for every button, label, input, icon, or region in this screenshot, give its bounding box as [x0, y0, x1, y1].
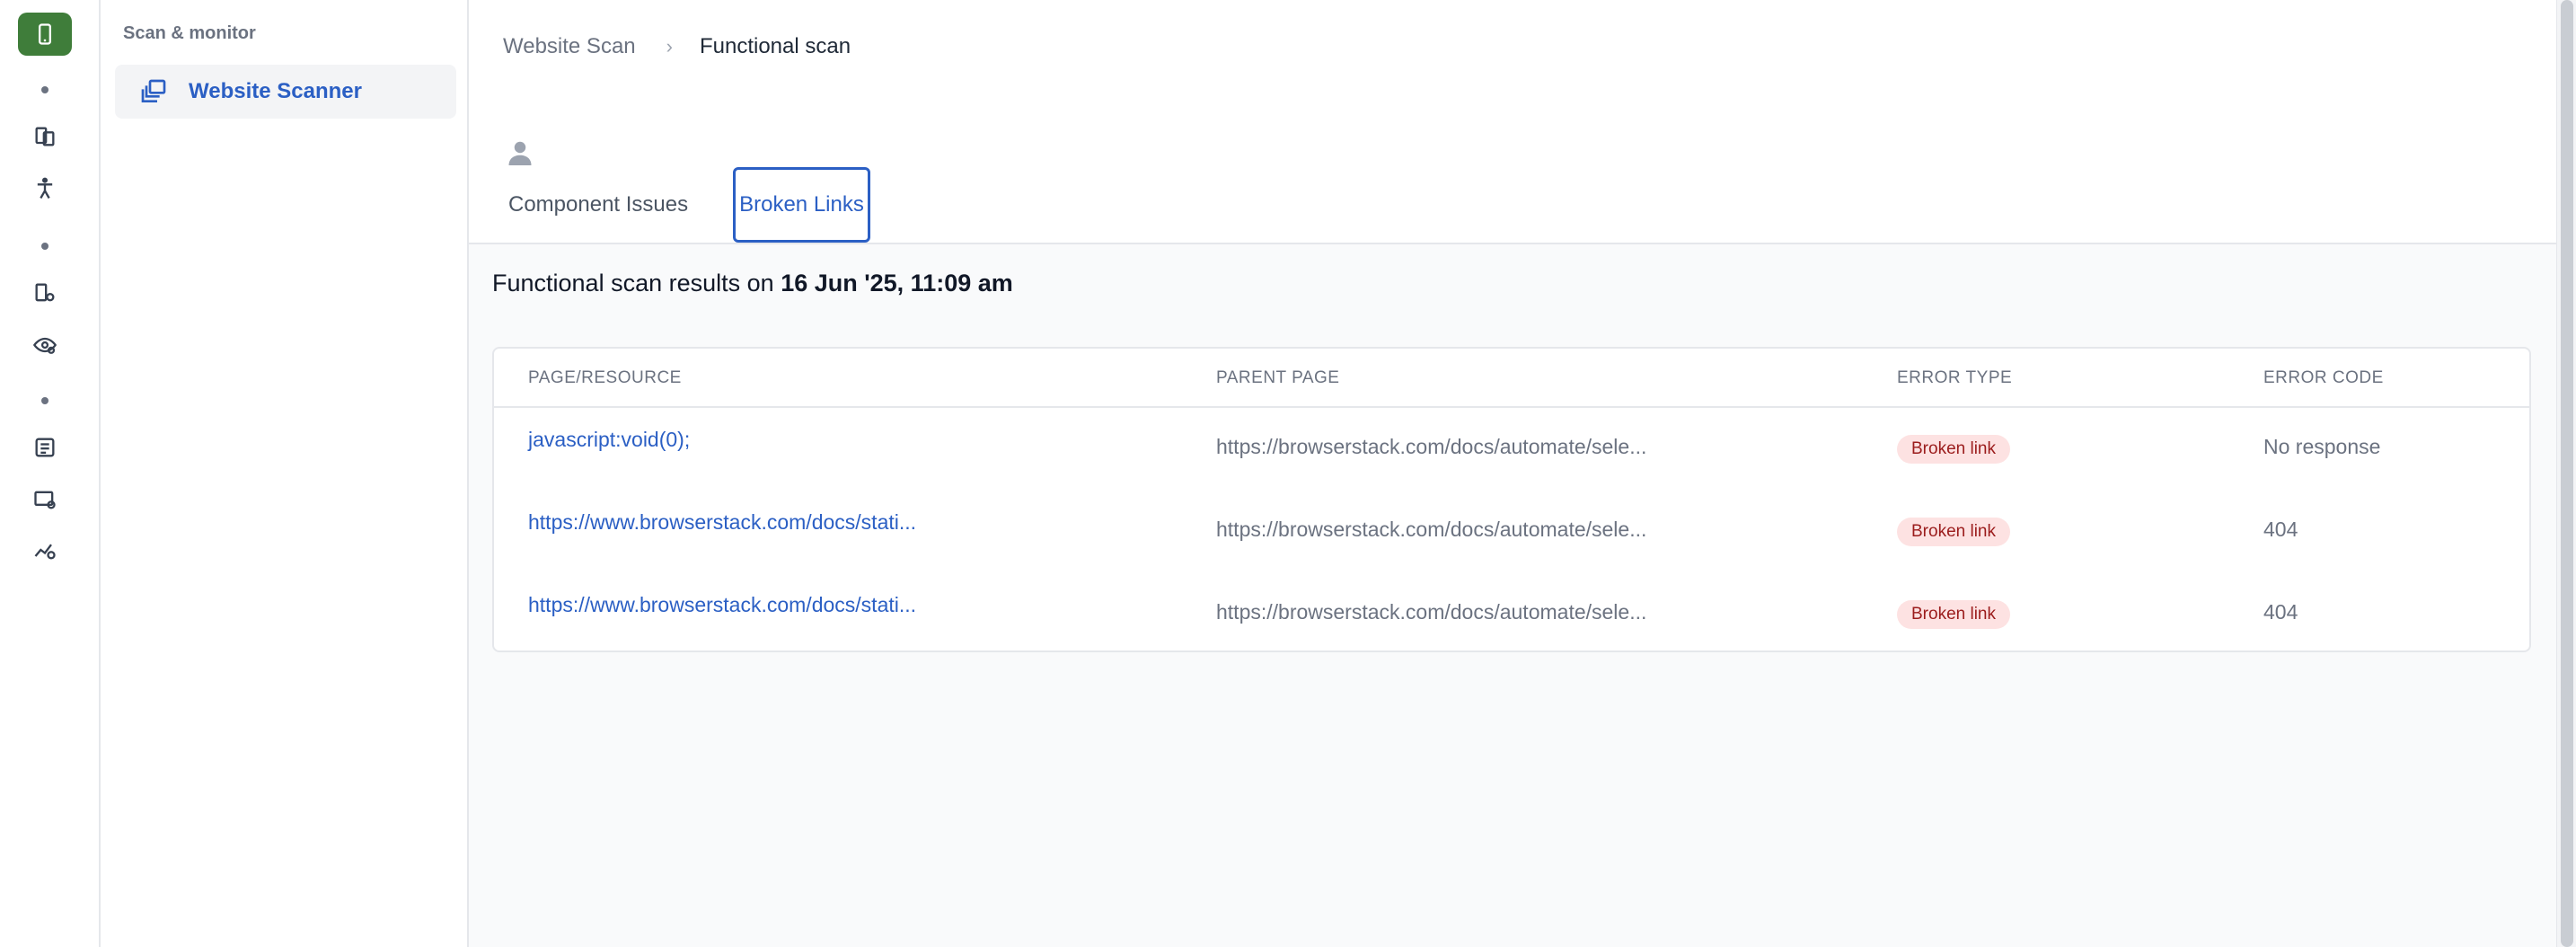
- resource-link[interactable]: javascript:void(0);: [528, 428, 690, 452]
- error-code: 404: [2263, 600, 2298, 624]
- stacked-windows-icon: [138, 76, 169, 107]
- resource-link[interactable]: https://www.browserstack.com/docs/stati.…: [528, 593, 916, 617]
- vertical-scrollbar[interactable]: [2556, 0, 2576, 947]
- chart-settings-icon[interactable]: [23, 528, 66, 571]
- column-header-parent-page[interactable]: PARENT PAGE: [1216, 368, 1339, 388]
- icon-rail: [0, 0, 101, 947]
- breadcrumb: Website Scan › Functional scan: [503, 34, 851, 59]
- scrollbar-thumb[interactable]: [2561, 0, 2573, 947]
- column-header-error-type[interactable]: ERROR TYPE: [1897, 368, 2012, 388]
- column-header-page-resource[interactable]: PAGE/RESOURCE: [528, 368, 682, 388]
- rail-separator-dot: [41, 397, 49, 404]
- table-row[interactable]: https://www.browserstack.com/docs/stati.…: [494, 491, 2529, 573]
- rail-separator-dot: [41, 243, 49, 250]
- sidebar-heading: Scan & monitor: [123, 23, 256, 43]
- tab-component-issues[interactable]: Component Issues: [489, 167, 701, 243]
- broken-links-table: PAGE/RESOURCE PARENT PAGE ERROR TYPE ERR…: [492, 347, 2531, 652]
- app-root: Scan & monitor Website Scanner Website S…: [0, 0, 2576, 947]
- table-header: PAGE/RESOURCE PARENT PAGE ERROR TYPE ERR…: [494, 349, 2529, 408]
- checklist-icon[interactable]: [23, 426, 66, 469]
- parent-page: https://browserstack.com/docs/automate/s…: [1216, 435, 1647, 458]
- breadcrumb-current: Functional scan: [699, 34, 851, 58]
- page-settings-icon[interactable]: [23, 271, 66, 314]
- error-code: 404: [2263, 518, 2298, 541]
- breadcrumb-website-scan[interactable]: Website Scan: [503, 34, 636, 59]
- main-content: Website Scan › Functional scan Component…: [469, 0, 2556, 947]
- page-header: Website Scan › Functional scan Component…: [469, 0, 2556, 244]
- results-date: 16 Jun '25, 11:09 am: [781, 270, 1013, 296]
- screen-settings-icon[interactable]: [23, 478, 66, 521]
- results-prefix: Functional scan results on: [492, 270, 774, 296]
- error-type-badge: Broken link: [1897, 518, 2010, 546]
- error-type-badge: Broken link: [1897, 600, 2010, 629]
- parent-page: https://browserstack.com/docs/automate/s…: [1216, 518, 1647, 541]
- tab-broken-links[interactable]: Broken Links: [733, 167, 870, 243]
- person-icon: [508, 141, 532, 165]
- chevron-right-icon: ›: [666, 35, 673, 58]
- sidebar-item-label: Website Scanner: [189, 79, 362, 103]
- column-header-error-code[interactable]: ERROR CODE: [2263, 368, 2384, 388]
- results-heading: Functional scan results on 16 Jun '25, 1…: [492, 270, 1013, 297]
- sidebar-item-website-scanner[interactable]: Website Scanner: [115, 65, 456, 119]
- tab-bar: Component Issues Broken Links: [489, 167, 870, 243]
- pages-icon[interactable]: [23, 115, 66, 158]
- eye-settings-icon[interactable]: [23, 323, 66, 367]
- accessibility-icon[interactable]: [23, 167, 66, 210]
- table-row[interactable]: javascript:void(0); https://browserstack…: [494, 408, 2529, 491]
- error-code: No response: [2263, 435, 2381, 458]
- sidebar: Scan & monitor Website Scanner: [101, 0, 469, 947]
- mobile-icon[interactable]: [18, 13, 72, 56]
- parent-page: https://browserstack.com/docs/automate/s…: [1216, 600, 1647, 624]
- error-type-badge: Broken link: [1897, 435, 2010, 464]
- table-row[interactable]: https://www.browserstack.com/docs/stati.…: [494, 573, 2529, 656]
- resource-link[interactable]: https://www.browserstack.com/docs/stati.…: [528, 510, 916, 535]
- rail-separator-dot: [41, 86, 49, 93]
